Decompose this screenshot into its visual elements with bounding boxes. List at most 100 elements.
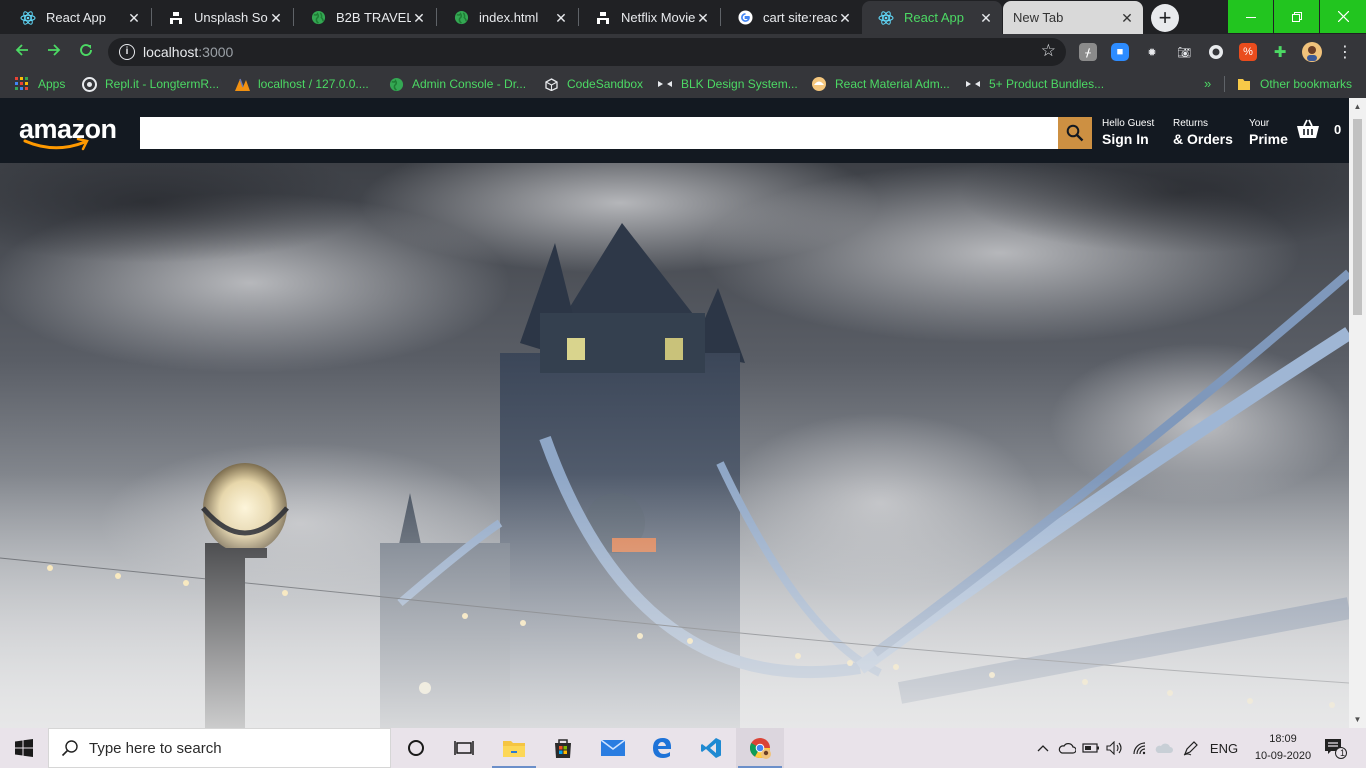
onedrive-sync-tray[interactable] — [1153, 728, 1175, 768]
close-icon[interactable]: ✕ — [268, 10, 284, 26]
network-tray[interactable] — [1130, 728, 1150, 768]
close-icon[interactable]: ✕ — [837, 10, 853, 26]
bookmark-blk-design[interactable]: BLK Design System... — [657, 74, 798, 94]
bug-icon[interactable]: ✹ — [1143, 43, 1161, 61]
battery-icon — [1082, 743, 1099, 753]
action-center-button[interactable]: 1 — [1318, 728, 1352, 768]
folder-icon — [503, 741, 525, 757]
puzzle-icon[interactable]: ✚ — [1271, 43, 1289, 61]
chevron-up-icon — [1037, 745, 1049, 752]
smile-arrow-icon — [23, 138, 89, 151]
restore-button[interactable] — [1274, 0, 1319, 33]
bookmark-react-material[interactable]: React Material Adm... — [811, 74, 950, 94]
bookmark-label: CodeSandbox — [567, 77, 644, 91]
close-icon[interactable]: ✕ — [411, 10, 427, 26]
minimize-button[interactable] — [1228, 0, 1273, 33]
start-button[interactable] — [0, 728, 48, 768]
tab-title: B2B TRAVEL — [336, 10, 411, 25]
search-input[interactable] — [140, 117, 1058, 149]
close-icon[interactable]: ✕ — [553, 10, 569, 26]
file-explorer-button[interactable] — [490, 728, 538, 768]
avatar[interactable] — [1302, 42, 1322, 62]
bookmark-localhost[interactable]: localhost / 127.0.0.... — [234, 74, 369, 94]
nav-sign-in[interactable]: Hello Guest Sign In — [1102, 118, 1154, 148]
extension-icon[interactable]: ᚋ — [1079, 43, 1097, 61]
page-scrollbar[interactable]: ▲ ▼ — [1349, 98, 1366, 728]
translate-icon[interactable]: % — [1239, 43, 1257, 61]
unsplash-icon — [595, 10, 611, 26]
chrome-button[interactable] — [736, 728, 784, 768]
tab-cart-search[interactable]: cart site:reactjs ✕ — [721, 1, 861, 34]
cortana-button[interactable] — [392, 728, 440, 768]
info-icon[interactable]: i — [119, 44, 135, 60]
scroll-thumb[interactable] — [1353, 119, 1362, 315]
volume-tray[interactable] — [1105, 728, 1125, 768]
search-button[interactable] — [1058, 117, 1092, 149]
battery-tray[interactable] — [1081, 728, 1101, 768]
pen-tray[interactable] — [1180, 728, 1202, 768]
nav-returns-orders[interactable]: Returns & Orders — [1173, 118, 1233, 148]
url-port: :3000 — [198, 44, 234, 60]
cloud-icon — [1058, 743, 1076, 754]
forward-arrow-icon[interactable] — [42, 41, 66, 63]
camera-icon[interactable]: 📷︎ — [1175, 43, 1193, 61]
cortana-icon — [408, 740, 424, 756]
taskbar-search-placeholder: Type here to search — [89, 739, 222, 757]
nav-line-one: Hello Guest — [1102, 118, 1155, 129]
react-icon — [20, 10, 36, 26]
tab-title: New Tab — [1013, 10, 1064, 25]
bookmark-star-icon[interactable]: ☆ — [1041, 41, 1056, 61]
task-view-button[interactable] — [440, 728, 488, 768]
clock-time: 18:09 — [1269, 733, 1297, 745]
bookmark-codesandbox[interactable]: CodeSandbox — [543, 74, 643, 94]
mail-button[interactable] — [589, 728, 637, 768]
basket-button[interactable]: 0 — [1296, 119, 1341, 139]
tab-netflix-movies[interactable]: Netflix Movies ✕ — [579, 1, 719, 34]
new-tab-button[interactable]: + — [1151, 4, 1179, 32]
taskbar-search[interactable]: Type here to search — [48, 728, 391, 768]
tab-title: React App — [46, 10, 106, 25]
tab-b2b-travel[interactable]: B2B TRAVEL ✕ — [294, 1, 435, 34]
reload-icon[interactable] — [74, 41, 98, 63]
scroll-down-icon[interactable]: ▼ — [1352, 714, 1363, 725]
zoom-icon[interactable]: ■ — [1111, 43, 1129, 61]
store-button[interactable] — [539, 728, 587, 768]
vscode-button[interactable] — [687, 728, 735, 768]
search-bar — [140, 117, 1092, 149]
onedrive-tray[interactable] — [1057, 728, 1077, 768]
bookmark-apps[interactable]: Apps — [14, 74, 65, 94]
close-icon[interactable]: ✕ — [1119, 10, 1135, 26]
nav-prime[interactable]: Your Prime — [1249, 118, 1288, 148]
show-hidden-icons-button[interactable] — [1034, 728, 1052, 768]
close-icon[interactable]: ✕ — [978, 10, 994, 26]
replit-icon — [81, 76, 97, 92]
address-bar[interactable]: i localhost :3000 ☆ — [108, 38, 1066, 66]
tab-title: Netflix Movies — [621, 10, 695, 25]
tab-index-html[interactable]: index.html ✕ — [437, 1, 577, 34]
page-viewport: amazon Hello Guest Sign In Returns & Ord… — [0, 98, 1366, 728]
more-menu-icon[interactable]: ⋮ — [1336, 43, 1354, 61]
language-indicator[interactable]: ENG — [1207, 728, 1241, 768]
bookmark-replit[interactable]: Repl.it - LongtermR... — [81, 74, 219, 94]
amazon-logo[interactable]: amazon — [19, 114, 121, 154]
close-window-button[interactable] — [1320, 0, 1366, 33]
cube-icon — [543, 76, 559, 92]
apps-grid-icon — [14, 76, 30, 92]
bookmark-admin-console[interactable]: Admin Console - Dr... — [388, 74, 526, 94]
bookmarks-overflow-button[interactable]: » — [1204, 76, 1211, 91]
bookmark-product-bundles[interactable]: 5+ Product Bundles... — [965, 74, 1104, 94]
nav-line-two: Prime — [1249, 131, 1288, 147]
close-icon[interactable]: ✕ — [695, 10, 711, 26]
scroll-up-icon[interactable]: ▲ — [1352, 101, 1363, 112]
tab-react-app-active[interactable]: React App ✕ — [862, 1, 1002, 34]
pen-icon — [1183, 741, 1198, 756]
close-icon[interactable]: ✕ — [126, 10, 142, 26]
tab-unsplash[interactable]: Unsplash Source ✕ — [152, 1, 292, 34]
record-icon[interactable] — [1207, 43, 1225, 61]
tab-new-tab[interactable]: New Tab ✕ — [1003, 1, 1143, 34]
edge-button[interactable] — [638, 728, 686, 768]
bookmark-other[interactable]: Other bookmarks — [1236, 74, 1352, 94]
clock[interactable]: 18:09 10-09-2020 — [1251, 731, 1315, 765]
tab-react-app-1[interactable]: React App ✕ — [4, 1, 150, 34]
back-arrow-icon[interactable] — [10, 41, 34, 63]
